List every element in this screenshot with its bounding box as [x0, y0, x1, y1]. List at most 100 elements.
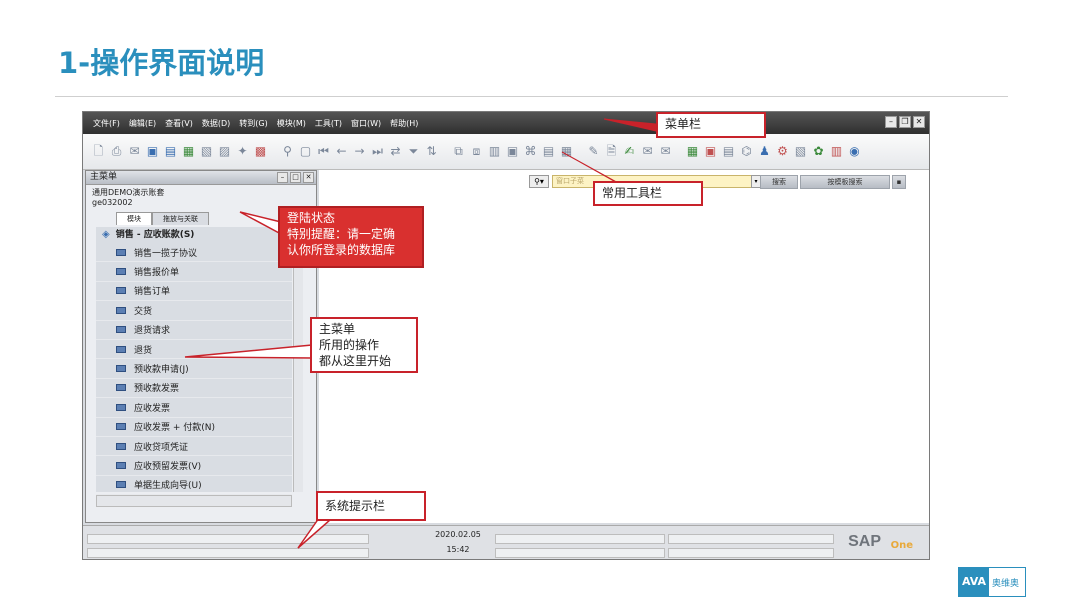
sort-icon[interactable]: ⇅	[424, 144, 439, 159]
callout-main-menu: 主菜单 所用的操作 都从这里开始	[310, 317, 418, 373]
search-icon[interactable]: ⚲▾	[529, 175, 549, 188]
sales-module-icon: ◈	[102, 229, 110, 240]
calculator-icon[interactable]: ▤	[721, 144, 736, 159]
close-icon[interactable]: ✕	[913, 116, 925, 128]
list-item-label: 退货	[134, 345, 153, 356]
module-header[interactable]: ◈ 销售 - 应收账款(S)	[96, 227, 292, 243]
chart-icon[interactable]: ▥	[829, 144, 844, 159]
last-record-icon[interactable]: ⏭	[370, 144, 385, 159]
menu-edit[interactable]: 编辑(E)	[129, 118, 156, 129]
menu-help[interactable]: 帮助(H)	[390, 118, 418, 129]
list-item[interactable]: 退货	[96, 340, 292, 360]
list-item[interactable]: 应收贷项凭证	[96, 437, 292, 457]
gross-profit-icon[interactable]: ▤	[541, 144, 556, 159]
export-excel-icon[interactable]: ▦	[181, 144, 196, 159]
horizontal-scrollbar[interactable]	[96, 495, 292, 507]
document-icon	[116, 326, 126, 334]
tab-modules[interactable]: 模块	[116, 212, 152, 225]
callout-line: 登陆状态	[287, 211, 336, 225]
print-icon[interactable]: ⎙	[109, 144, 124, 159]
sms-icon[interactable]: ▣	[145, 144, 160, 159]
export-word-icon[interactable]: ▧	[199, 144, 214, 159]
next-record-icon[interactable]: →	[352, 144, 367, 159]
list-item[interactable]: 销售报价单	[96, 262, 292, 282]
callout-line: 特别提醒：请一定确	[287, 227, 396, 241]
main-menu-title: 主菜单	[90, 172, 118, 182]
preview-icon[interactable]: 🗋	[91, 144, 106, 159]
callout-line: 认你所登录的数据库	[287, 243, 396, 257]
list-item[interactable]: 退货请求	[96, 321, 292, 340]
payment-means-icon[interactable]: ▦	[559, 144, 574, 159]
email-icon[interactable]: ✉	[127, 144, 142, 159]
callout-login-status: 登陆状态 特别提醒：请一定确 认你所登录的数据库	[278, 206, 424, 268]
launch-app-icon[interactable]: ✦	[235, 144, 250, 159]
add-icon[interactable]: ▢	[298, 144, 313, 159]
list-item[interactable]: 应收发票 + 付款(N)	[96, 418, 292, 437]
lock-screen-icon[interactable]: ▩	[253, 144, 268, 159]
filter-icon[interactable]: ⏷	[406, 144, 421, 159]
report-icon[interactable]: ▧	[793, 144, 808, 159]
list-item[interactable]: 销售订单	[96, 282, 292, 302]
search-options-icon[interactable]: ▪	[892, 175, 906, 189]
edit-icon[interactable]: ✎	[586, 144, 601, 159]
search-scope-button[interactable]: 按模板搜索	[800, 175, 890, 189]
callout-menubar: 菜单栏	[656, 112, 766, 138]
list-item[interactable]: 交货	[96, 301, 292, 321]
previous-record-icon[interactable]: ←	[334, 144, 349, 159]
list-item[interactable]: 单据生成向导(U)	[96, 476, 292, 496]
list-item[interactable]: 预收款申请(J)	[96, 359, 292, 379]
menu-modules[interactable]: 模块(M)	[277, 118, 306, 129]
menu-tools[interactable]: 工具(T)	[315, 118, 342, 129]
relation-map-icon[interactable]: ⌘	[523, 144, 538, 159]
menu-data[interactable]: 数据(D)	[202, 118, 230, 129]
list-item-label: 销售订单	[134, 287, 171, 298]
list-item-label: 销售报价单	[134, 268, 180, 279]
status-message-field	[87, 534, 369, 544]
close-icon[interactable]: ✕	[303, 172, 314, 183]
menu-window[interactable]: 窗口(W)	[351, 118, 381, 129]
list-item[interactable]: 预收款发票	[96, 379, 292, 399]
search-button[interactable]: 搜索	[760, 175, 798, 189]
menu-view[interactable]: 查看(V)	[165, 118, 193, 129]
alert-icon[interactable]: ✉	[658, 144, 673, 159]
toolbar: 🗋 ⎙ ✉ ▣ ▤ ▦ ▧ ▨ ✦ ▩ ⚲ ▢ ⏮ ← → ⏭ ⇄ ⏷ ⇅ ⧉ …	[83, 134, 929, 170]
refresh-icon[interactable]: ⇄	[388, 144, 403, 159]
document-icon	[116, 481, 126, 489]
tab-drag-relate[interactable]: 拖放与关联	[152, 212, 209, 225]
help-icon[interactable]: ◉	[847, 144, 862, 159]
settings-icon[interactable]: ⚙	[775, 144, 790, 159]
restore-icon[interactable]: ❐	[899, 116, 911, 128]
base-document-icon[interactable]: ▥	[487, 144, 502, 159]
first-record-icon[interactable]: ⏮	[316, 144, 331, 159]
menu-file[interactable]: 文件(F)	[93, 118, 120, 129]
list-item-label: 单据生成向导(U)	[134, 481, 202, 492]
new-document-icon[interactable]: 🗎	[604, 144, 619, 159]
document-icon	[116, 268, 126, 276]
list-item[interactable]: 应收发票	[96, 398, 292, 418]
list-item-label: 应收贷项凭证	[134, 442, 189, 453]
menu-goto[interactable]: 转到(G)	[239, 118, 267, 129]
export-pdf-icon[interactable]: ▨	[217, 144, 232, 159]
cockpit-icon[interactable]: ✿	[811, 144, 826, 159]
org-chart-icon[interactable]: ⌬	[739, 144, 754, 159]
activity-icon[interactable]: ✍	[622, 144, 637, 159]
copy-to-icon[interactable]: ⧈	[469, 144, 484, 159]
list-item[interactable]: 销售一揽子协议	[96, 243, 292, 263]
minimize-icon[interactable]: –	[885, 116, 897, 128]
list-item[interactable]: 应收预留发票(V)	[96, 456, 292, 476]
copy-from-icon[interactable]: ⧉	[451, 144, 466, 159]
list-item-label: 应收发票 + 付款(N)	[134, 423, 216, 434]
maximize-icon[interactable]: □	[290, 172, 301, 183]
find-icon[interactable]: ⚲	[280, 144, 295, 159]
user-icon[interactable]: ♟	[757, 144, 772, 159]
document-icon	[116, 248, 126, 256]
callout-status-bar: 系统提示栏	[316, 491, 426, 521]
minimize-icon[interactable]: –	[277, 172, 288, 183]
form-settings-icon[interactable]: ▦	[685, 144, 700, 159]
target-document-icon[interactable]: ▣	[505, 144, 520, 159]
company-logo: AVA 奥维奥	[958, 567, 1026, 597]
query-icon[interactable]: ▣	[703, 144, 718, 159]
fax-icon[interactable]: ▤	[163, 144, 178, 159]
document-icon	[116, 287, 126, 295]
message-icon[interactable]: ✉	[640, 144, 655, 159]
